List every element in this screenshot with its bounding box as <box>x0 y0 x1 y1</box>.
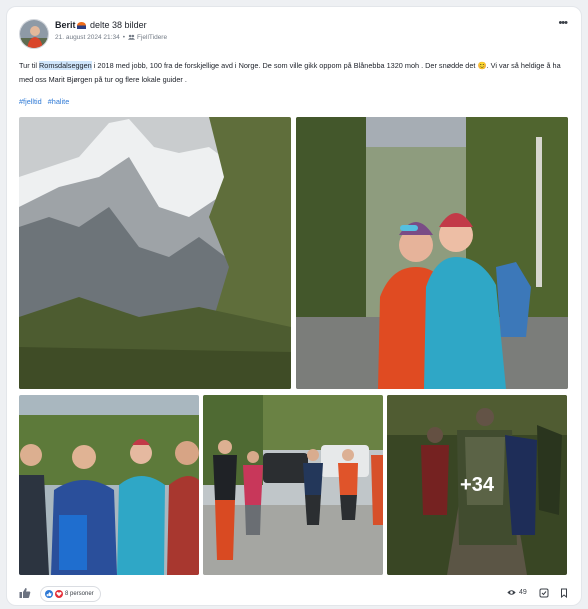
post-action: delte 38 bilder <box>90 20 147 30</box>
thumbs-up-icon[interactable] <box>19 587 31 599</box>
view-count-value: 49 <box>519 589 527 596</box>
post-date[interactable]: 21. august 2024 21:34 <box>55 34 120 41</box>
post-header-line: Berit delte 38 bilder <box>55 20 147 30</box>
flag-icon <box>76 22 86 29</box>
post-text-part: i 2018 med jobb, 100 fra de forskjellige… <box>19 61 561 84</box>
hashtag-link[interactable]: #halite <box>48 97 70 106</box>
photo-3[interactable] <box>19 395 199 575</box>
post-meta: 21. august 2024 21:34 • FjellTidere <box>55 34 168 41</box>
view-count: 49 <box>507 589 527 596</box>
heart-reaction-icon <box>55 590 63 598</box>
more-options-icon[interactable]: ••• <box>558 17 568 29</box>
photo-1[interactable] <box>19 117 291 389</box>
post-footer: 8 personer 49 <box>7 583 583 607</box>
photo-2[interactable] <box>296 117 568 389</box>
group-name[interactable]: FjellTidere <box>137 34 167 41</box>
bookmark-icon[interactable] <box>559 588 569 598</box>
post-text-part: Tur til <box>19 61 39 70</box>
reactions-summary[interactable]: 8 personer <box>40 586 101 602</box>
like-reaction-icon <box>45 590 53 598</box>
photo-5[interactable]: +34 <box>387 395 567 575</box>
avatar[interactable] <box>19 19 49 49</box>
more-photos-overlay[interactable]: +34 <box>387 395 567 575</box>
author-name[interactable]: Berit <box>55 20 76 30</box>
checkbox-icon[interactable] <box>539 588 549 598</box>
photo-4[interactable] <box>203 395 383 575</box>
group-icon <box>127 34 135 40</box>
hashtags: #fjelltid #halite <box>19 97 73 106</box>
highlighted-mention[interactable]: Romsdalseggen <box>39 61 92 70</box>
post-text: Tur til Romsdalseggen i 2018 med jobb, 1… <box>19 59 569 87</box>
hashtag-link[interactable]: #fjelltid <box>19 97 42 106</box>
post-card: Berit delte 38 bilder 21. august 2024 21… <box>6 6 582 606</box>
reactions-count: 8 personer <box>65 591 94 597</box>
eye-icon <box>507 590 516 595</box>
